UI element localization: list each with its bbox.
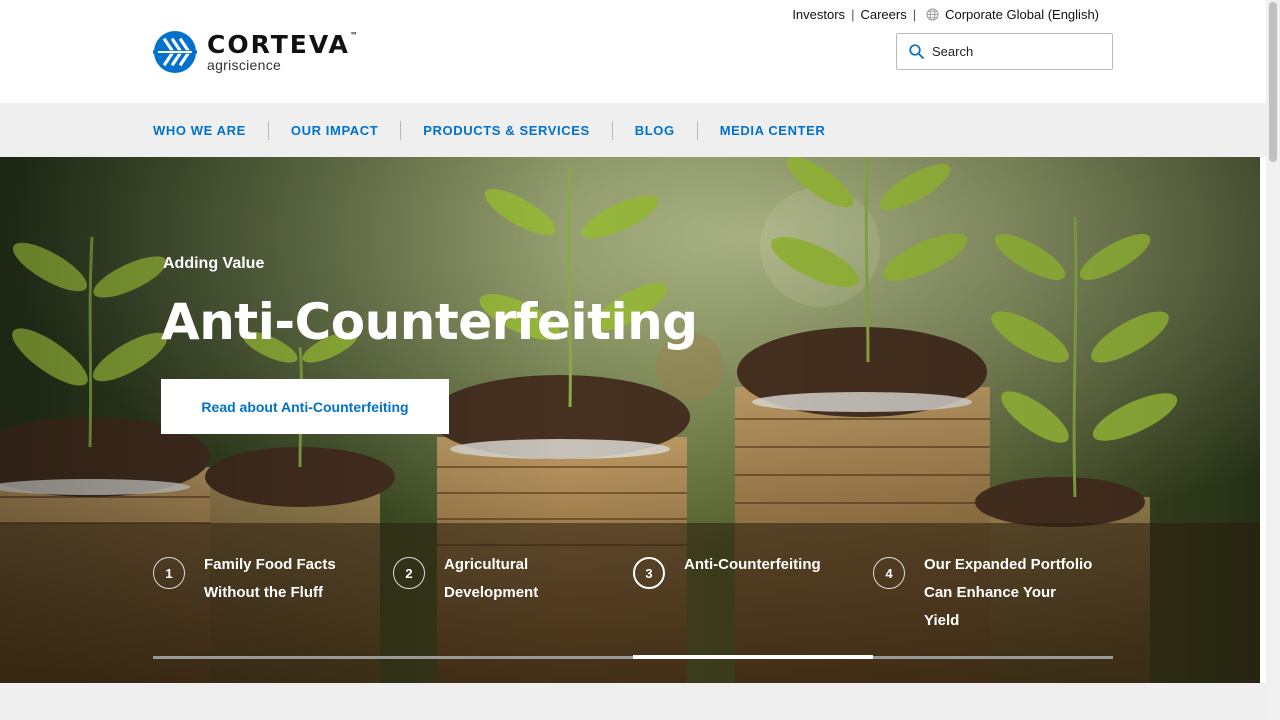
carousel-slide-1[interactable]: 1 Family Food Facts Without the Fluff — [153, 556, 374, 607]
investors-link[interactable]: Investors — [792, 7, 845, 22]
brand-trademark: ™ — [349, 31, 360, 40]
logo-text: CORTEVA™ agriscience — [207, 30, 360, 73]
carousel-progress-indicator — [633, 655, 873, 659]
globe-icon — [926, 8, 939, 21]
hero-carousel: Adding Value Anti-Counterfeiting Read ab… — [0, 157, 1260, 683]
search-box[interactable] — [896, 33, 1113, 70]
slide-number: 3 — [633, 557, 665, 589]
page: CORTEVA™ agriscience Investors | Careers… — [0, 0, 1280, 720]
nav-blog[interactable]: BLOG — [611, 120, 697, 140]
site-header: CORTEVA™ agriscience Investors | Careers… — [0, 0, 1266, 103]
careers-link[interactable]: Careers — [860, 7, 906, 22]
utility-links: Investors | Careers | Corporate Global (… — [792, 7, 1099, 22]
nav-our-impact[interactable]: OUR IMPACT — [267, 120, 400, 140]
content-section-start — [0, 683, 1266, 720]
brand-name: CORTEVA — [207, 30, 350, 59]
nav-media-center[interactable]: MEDIA CENTER — [696, 120, 848, 140]
region-selector[interactable]: Corporate Global (English) — [945, 7, 1099, 22]
hero-eyebrow: Adding Value — [163, 255, 265, 272]
search-input[interactable] — [932, 44, 1102, 59]
slide-label: Our Expanded Portfolio Can Enhance Your … — [924, 556, 1093, 629]
scrollbar-thumb[interactable] — [1269, 2, 1277, 162]
page-scrollbar[interactable] — [1266, 0, 1280, 720]
brand-subtitle: agriscience — [207, 57, 282, 73]
utility-separator: | — [912, 7, 917, 22]
hero-title: Anti-Counterfeiting — [161, 293, 698, 351]
nav-who-we-are[interactable]: WHO WE ARE — [153, 121, 268, 140]
slide-label: Anti-Counterfeiting — [684, 556, 821, 573]
slide-number: 4 — [873, 557, 905, 589]
corteva-logo-icon — [153, 31, 197, 73]
carousel-slide-3[interactable]: 3 Anti-Counterfeiting — [633, 556, 854, 589]
slide-label: Family Food Facts Without the Fluff — [204, 556, 336, 601]
nav-products-services[interactable]: PRODUCTS & SERVICES — [400, 120, 611, 140]
carousel-slide-2[interactable]: 2 Agricultural Development — [393, 556, 614, 607]
hero-cta-button[interactable]: Read about Anti-Counterfeiting — [161, 379, 449, 434]
slide-label: Agricultural Development — [444, 556, 539, 601]
carousel-slide-4[interactable]: 4 Our Expanded Portfolio Can Enhance You… — [873, 556, 1094, 635]
slide-number: 1 — [153, 557, 185, 589]
corteva-logo[interactable]: CORTEVA™ agriscience — [153, 30, 360, 74]
carousel-progress-track — [153, 655, 1113, 659]
slide-number: 2 — [393, 557, 425, 589]
main-navigation: WHO WE ARE OUR IMPACT PRODUCTS & SERVICE… — [0, 103, 1266, 157]
carousel-slide-nav: 1 Family Food Facts Without the Fluff 2 … — [0, 523, 1260, 683]
search-icon[interactable] — [909, 44, 924, 59]
utility-separator: | — [851, 7, 855, 22]
